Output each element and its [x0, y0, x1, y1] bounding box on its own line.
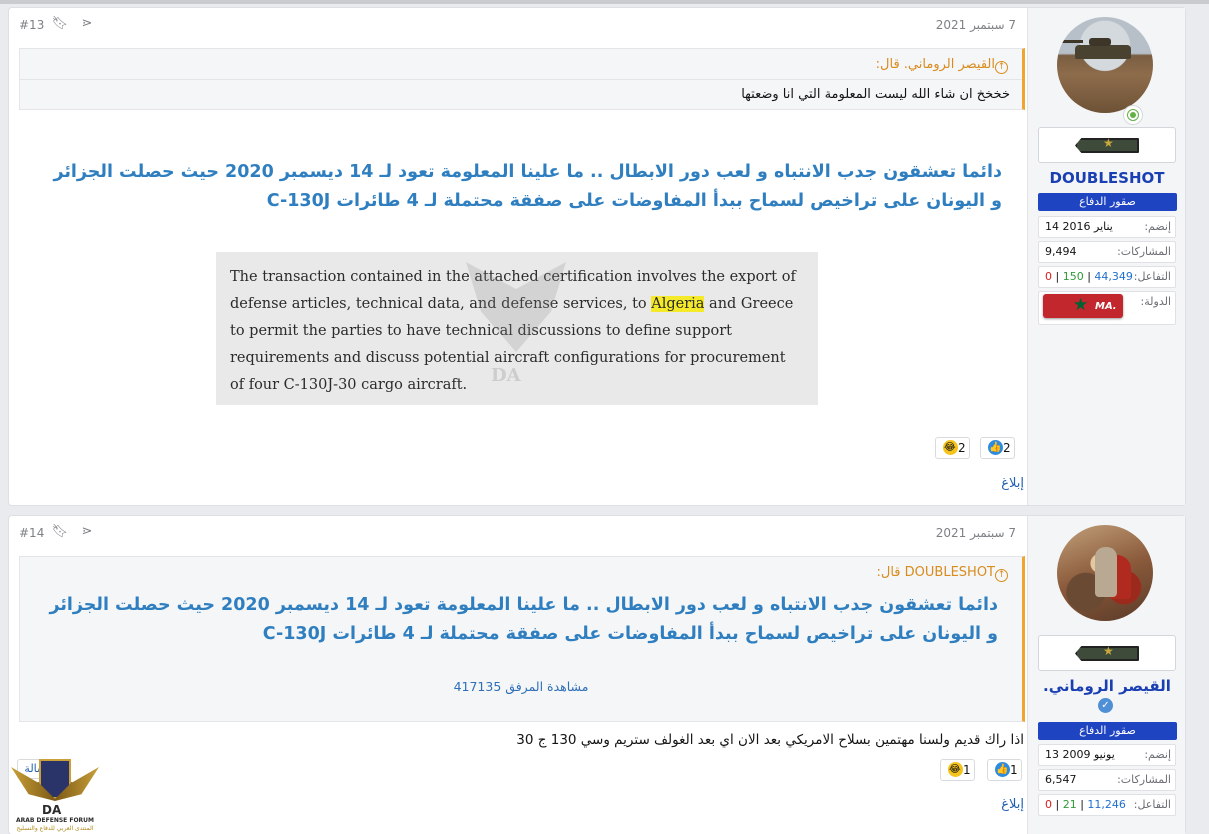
- quote-author[interactable]: ↑القيصر الروماني. قال:: [876, 57, 1012, 74]
- like-icon: [988, 438, 1003, 458]
- report-link[interactable]: إبلاغ: [1001, 797, 1024, 812]
- laugh-reaction[interactable]: 1: [940, 759, 975, 781]
- username-link[interactable]: DOUBLESHOT: [1028, 169, 1186, 187]
- post-date[interactable]: 7 سبتمبر 2021: [936, 526, 1016, 540]
- quote-headline: دائما تعشقون جدب الانتباه و لعب دور الاب…: [49, 595, 998, 644]
- reply-text: اذا راك قديم ولسنا مهتمين بسلاح الامريكي…: [516, 732, 1024, 748]
- user-title-badge: صقور الدفاع: [1038, 722, 1177, 740]
- post-14: القيصر الروماني. ✓ صقور الدفاع إنضم: 13 …: [8, 515, 1186, 834]
- stat-country: الدولة: .MA: [1038, 291, 1176, 325]
- post-number[interactable]: #13: [19, 18, 44, 32]
- forum-logo: رسالة DA ARAB DEFENSE FORUM المنتدى العر…: [9, 755, 101, 834]
- username-link[interactable]: القيصر الروماني.: [1028, 677, 1186, 695]
- rank-insignia: [1038, 635, 1176, 671]
- tank-image: [1061, 38, 1131, 59]
- post-number[interactable]: #14: [19, 526, 44, 540]
- report-link[interactable]: إبلاغ: [1001, 476, 1024, 491]
- like-reaction[interactable]: 2: [980, 437, 1015, 459]
- share-icon[interactable]: ⋖: [80, 17, 94, 31]
- like-icon: [995, 760, 1010, 780]
- stat-joined: إنضم: 13 يونيو 2009: [1038, 744, 1176, 766]
- like-reaction[interactable]: 1: [987, 759, 1022, 781]
- flag-morocco-icon: .MA: [1043, 294, 1123, 318]
- post-headline: دائما تعشقون جدب الانتباه و لعب دور الاب…: [53, 162, 1002, 211]
- post-main: 7 سبتمبر 2021 #14 🔖︎ ⋖ ↑DOUBLESHOT قال: …: [9, 516, 1028, 834]
- stat-reactions: التفاعل: 0 | 150 | 44,349: [1038, 266, 1176, 288]
- online-status-icon: [1123, 105, 1143, 125]
- quote-arrow-icon[interactable]: ↑: [995, 61, 1008, 74]
- stat-joined: إنضم: 14 يناير 2016: [1038, 216, 1176, 238]
- share-icon[interactable]: ⋖: [80, 525, 94, 539]
- user-sidebar: القيصر الروماني. ✓ صقور الدفاع إنضم: 13 …: [1027, 516, 1185, 834]
- quote-block: ↑القيصر الروماني. قال: خخخخ ان شاء الله …: [19, 48, 1025, 110]
- quote-block: ↑DOUBLESHOT قال: دائما تعشقون جدب الانتب…: [19, 556, 1025, 722]
- avatar[interactable]: [1057, 17, 1153, 113]
- avatar[interactable]: [1057, 525, 1153, 621]
- excerpt-image: DA The transaction contained in the atta…: [216, 252, 818, 405]
- attachment-link[interactable]: مشاهدة المرفق 417135: [20, 679, 1022, 694]
- user-title-badge: صقور الدفاع: [1038, 193, 1177, 211]
- post-13: DOUBLESHOT صقور الدفاع إنضم: 14 يناير 20…: [8, 7, 1186, 506]
- rank-insignia: [1038, 127, 1176, 163]
- quote-author[interactable]: ↑DOUBLESHOT قال:: [877, 565, 1012, 582]
- laugh-icon: [943, 438, 958, 458]
- verified-icon: ✓: [1098, 698, 1113, 713]
- bookmark-icon[interactable]: 🔖︎: [51, 17, 68, 31]
- stat-posts: المشاركات: 9,494: [1038, 241, 1176, 263]
- stat-reactions: التفاعل: 0 | 21 | 11,246: [1038, 794, 1176, 816]
- watermark-logo: DA: [451, 262, 581, 402]
- stat-posts: المشاركات: 6,547: [1038, 769, 1176, 791]
- user-sidebar: DOUBLESHOT صقور الدفاع إنضم: 14 يناير 20…: [1027, 8, 1185, 505]
- post-date[interactable]: 7 سبتمبر 2021: [936, 18, 1016, 32]
- top-bar: [0, 0, 1209, 4]
- bookmark-icon[interactable]: 🔖︎: [51, 525, 68, 539]
- quote-arrow-icon[interactable]: ↑: [995, 569, 1008, 582]
- highlight-algeria: Algeria: [651, 296, 705, 312]
- quote-text: خخخخ ان شاء الله ليست المعلومة التي انا …: [741, 87, 1010, 102]
- laugh-icon: [948, 760, 963, 780]
- post-main: 7 سبتمبر 2021 #13 🔖︎ ⋖ ↑القيصر الروماني.…: [9, 8, 1028, 505]
- laugh-reaction[interactable]: 2: [935, 437, 970, 459]
